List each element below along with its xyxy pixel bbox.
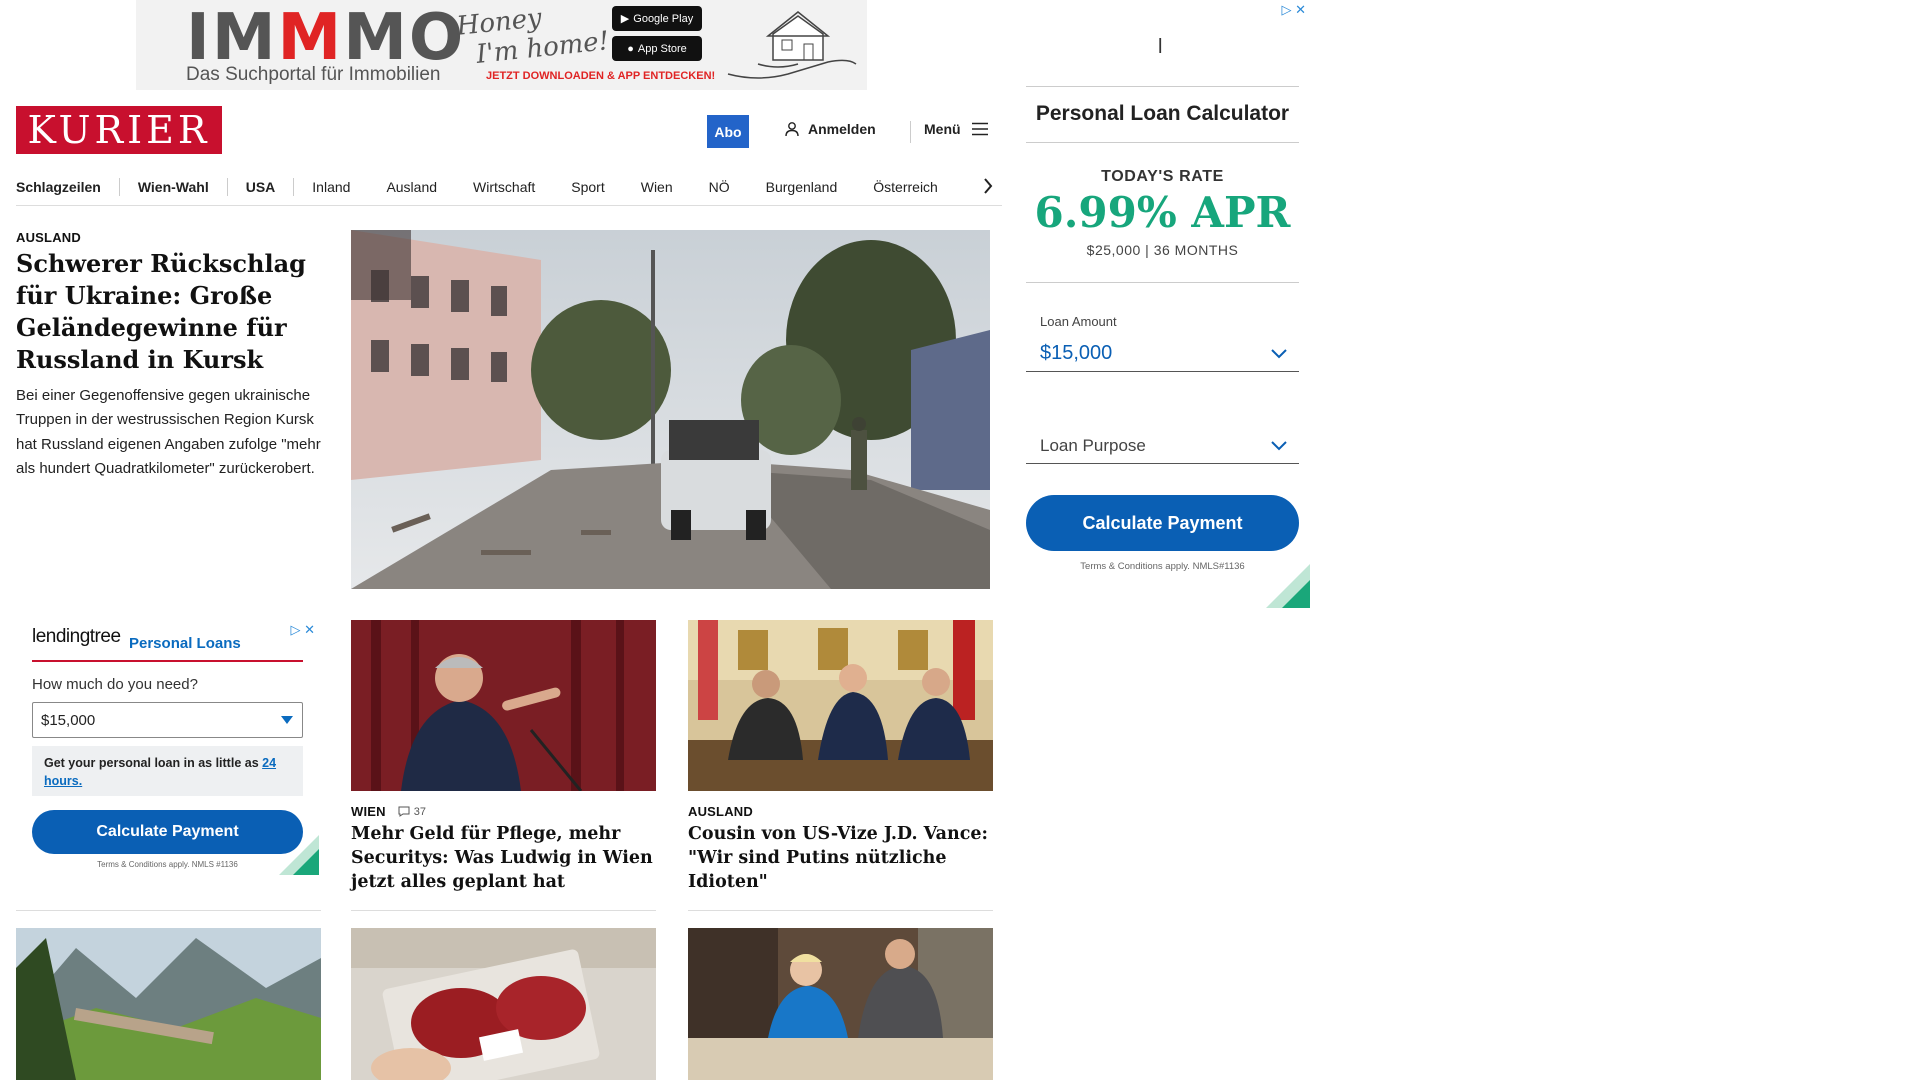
card-image-ludwig[interactable] — [351, 620, 656, 791]
corner-decoration — [279, 835, 319, 875]
dropdown-triangle-icon — [281, 716, 293, 724]
nav-item-wirtschaft[interactable]: Wirtschaft — [455, 179, 553, 195]
loan-purpose-label: Loan Purpose — [1040, 435, 1146, 455]
nav-item-sport[interactable]: Sport — [553, 179, 622, 195]
user-icon — [785, 122, 799, 137]
nav-item-inland[interactable]: Inland — [294, 179, 368, 195]
nav-item-wien-wahl[interactable]: Wien-Wahl — [120, 179, 227, 195]
nav-item-ausland[interactable]: Ausland — [368, 179, 455, 195]
hamburger-icon — [971, 122, 988, 136]
loan-amount-dropdown[interactable]: $15,000 — [1026, 336, 1299, 372]
ad-divider — [1026, 86, 1299, 87]
loan-calculator-ad[interactable]: ▷ ✕ l Personal Loan Calculator TODAY'S R… — [1003, 0, 1310, 608]
lendingtree-logo: lendingtree — [32, 626, 121, 647]
rate-label: TODAY'S RATE — [1101, 168, 1224, 185]
calculator-title: Personal Loan Calculator — [1035, 102, 1290, 125]
loan-question: How much do you need? — [32, 676, 198, 693]
loan-amount-value: $15,000 — [41, 711, 96, 729]
comment-count[interactable]: 37 — [398, 806, 426, 818]
terms-text: Terms & Conditions apply. NMLS #1136 — [97, 860, 238, 869]
card-kicker: AUSLAND — [688, 804, 753, 819]
kurier-logo[interactable]: KURIER — [16, 106, 222, 154]
rate-value: 6.99% APR — [1034, 188, 1291, 237]
section-nav: Schlagzeilen Wien-Wahl USA Inland Auslan… — [16, 168, 1002, 206]
calculate-payment-button[interactable]: Calculate Payment — [32, 810, 303, 854]
card-image-meat[interactable] — [351, 928, 656, 1080]
loan-amount-select[interactable]: $15,000 — [32, 702, 303, 738]
card-kicker: WIEN — [351, 804, 386, 819]
people-at-table-photo — [688, 928, 993, 1080]
damaged-street-photo — [351, 230, 990, 589]
nav-item-usa[interactable]: USA — [228, 179, 294, 195]
login-label: Anmelden — [808, 121, 876, 137]
lead-image[interactable] — [351, 230, 990, 589]
chevron-right-icon[interactable] — [982, 176, 994, 196]
header-divider — [910, 121, 911, 143]
nav-item-noe[interactable]: NÖ — [691, 179, 748, 195]
card-divider — [16, 910, 321, 911]
nav-item-wien[interactable]: Wien — [623, 179, 691, 195]
google-play-badge[interactable]: ▶ Google Play — [612, 6, 702, 31]
card-image-alps[interactable] — [16, 928, 321, 1080]
card-image-oval-office[interactable] — [688, 620, 993, 791]
card-divider — [351, 910, 656, 911]
lendingtree-ad[interactable]: lendingtree Personal Loans ▷ ✕ How much … — [16, 620, 319, 875]
immmo-logo: IMMMO — [186, 1, 466, 75]
comment-icon — [398, 806, 410, 817]
mountain-valley-photo — [16, 928, 321, 1080]
corner-decoration — [1266, 564, 1310, 608]
card-headline[interactable]: Mehr Geld für Pflege, mehr Securitys: Wa… — [351, 822, 656, 894]
loan-purpose-dropdown[interactable]: Loan Purpose — [1026, 428, 1299, 464]
chevron-down-icon — [1271, 440, 1287, 450]
lendingtree-product: Personal Loans — [129, 635, 241, 652]
immmo-cta: JETZT DOWNLOADEN & APP ENTDECKEN! — [486, 70, 716, 82]
adchoices-icon[interactable]: ▷ ✕ — [290, 622, 315, 638]
rate-terms: $25,000 | 36 MONTHS — [1086, 242, 1239, 258]
immmo-banner-ad[interactable]: IMMMO Das Suchportal für Immobilien Hone… — [136, 0, 867, 90]
card-image-table[interactable] — [688, 928, 993, 1080]
login-button[interactable]: Anmelden — [784, 121, 876, 137]
abo-button[interactable]: Abo — [707, 115, 749, 148]
card-meta-1: WIEN 37 — [351, 804, 426, 819]
calculate-payment-button[interactable]: Calculate Payment — [1026, 495, 1299, 551]
immmo-script-text: Honey I'm home! — [455, 3, 611, 70]
loan-info-text: Get your personal loan in as little as — [44, 756, 263, 770]
app-store-badge[interactable]: ● App Store — [612, 36, 702, 61]
loan-amount-label: Loan Amount — [1040, 314, 1117, 329]
menu-button[interactable]: Menü — [924, 121, 989, 137]
adchoices-icon[interactable]: ▷ ✕ — [1281, 2, 1306, 18]
lead-headline[interactable]: Schwerer Rückschlag für Ukraine: Große G… — [16, 248, 316, 376]
oval-office-photo — [688, 620, 993, 791]
comment-count-value: 37 — [413, 805, 426, 818]
card-divider — [688, 910, 993, 911]
text-cursor: l — [1158, 36, 1163, 58]
lendingtree-rule — [32, 660, 303, 662]
lead-kicker: AUSLAND — [16, 230, 81, 245]
nav-item-schlagzeilen[interactable]: Schlagzeilen — [16, 179, 119, 195]
ad-divider — [1026, 142, 1299, 143]
lead-teaser[interactable]: Bei einer Gegenoffensive gegen ukrainisc… — [16, 384, 321, 482]
house-hand-illustration — [727, 11, 857, 79]
loan-info-box: Get your personal loan in as little as 2… — [32, 746, 303, 796]
chevron-down-icon — [1271, 348, 1287, 358]
apple-icon: ● — [627, 42, 634, 55]
play-icon: ▶ — [620, 13, 630, 25]
immmo-tagline: Das Suchportal für Immobilien — [186, 64, 441, 85]
card-headline[interactable]: Cousin von US-Vize J.D. Vance: "Wir sind… — [688, 822, 998, 894]
speaker-photo — [351, 620, 656, 791]
menu-label: Menü — [924, 121, 961, 137]
nav-item-burgenland[interactable]: Burgenland — [748, 179, 856, 195]
ad-divider — [1026, 282, 1299, 283]
meat-package-photo — [351, 928, 656, 1080]
loan-amount-value: $15,000 — [1040, 342, 1113, 364]
nav-item-oesterreich[interactable]: Österreich — [855, 179, 956, 195]
terms-text: Terms & Conditions apply. NMLS#1136 — [1080, 561, 1245, 572]
